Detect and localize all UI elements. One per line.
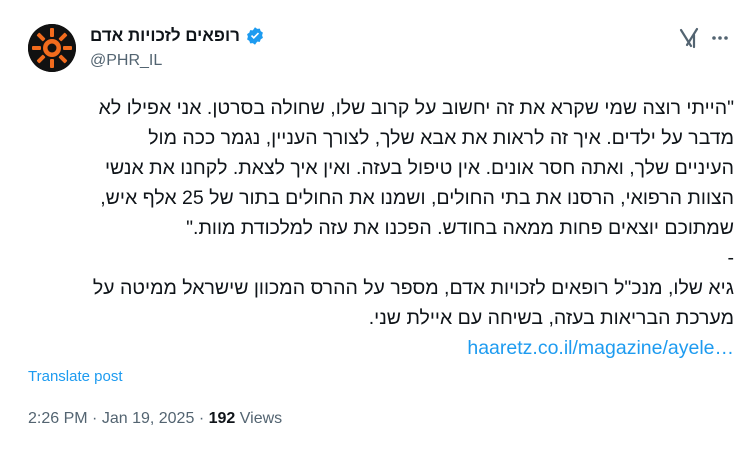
tweet-line: הצוות הרפואי, הרסנו את בתי החולים, ושמנו… bbox=[100, 187, 734, 209]
views-count[interactable]: 192 bbox=[209, 410, 236, 427]
post-date[interactable]: Jan 19, 2025 bbox=[102, 410, 195, 427]
tweet-meta: 2:26 PM · Jan 19, 2025 · 192 Views bbox=[28, 410, 282, 428]
more-dots-icon[interactable] bbox=[710, 28, 730, 48]
tweet-text: "הייתי רוצה שמי שקרא את זה יחשוב על קרוב… bbox=[24, 93, 734, 363]
tweet-line: שמתוכם יוצאים פחות ממאה בחודש. הפכנו את … bbox=[186, 217, 734, 239]
sun-gear-logo-icon bbox=[28, 24, 76, 72]
translate-post-button[interactable]: Translate post bbox=[28, 368, 123, 385]
tweet-line: מדבר על ילדים. איך זה לראות את אבא שלך, … bbox=[148, 127, 734, 149]
author-name-row[interactable]: רופאים לזכויות אדם bbox=[90, 26, 265, 46]
views-label[interactable]: Views bbox=[240, 410, 282, 427]
avatar[interactable] bbox=[28, 24, 76, 72]
meta-separator: · bbox=[92, 410, 98, 427]
tweet-line: גיא שלו, מנכ"ל רופאים לזכויות אדם, מספר … bbox=[92, 277, 734, 299]
tweet-line: "הייתי רוצה שמי שקרא את זה יחשוב על קרוב… bbox=[98, 97, 734, 119]
article-link[interactable]: haaretz.co.il/magazine/ayele… bbox=[467, 337, 734, 359]
grok-icon[interactable] bbox=[677, 26, 701, 50]
display-name[interactable]: רופאים לזכויות אדם bbox=[90, 26, 240, 46]
author-handle[interactable]: @PHR_IL bbox=[90, 52, 162, 70]
post-time[interactable]: 2:26 PM bbox=[28, 410, 88, 427]
meta-separator: · bbox=[198, 410, 205, 427]
tweet-line: - bbox=[727, 247, 735, 269]
tweet-card: רופאים לזכויות אדם @PHR_IL "הייתי רוצה ש… bbox=[0, 0, 752, 452]
tweet-line: העיניים שלך, ואתה חסר אונים. אין טיפול ב… bbox=[104, 157, 734, 179]
tweet-line: מערכת הבריאות בעזה, בשיחה עם איילת שני. bbox=[368, 307, 734, 329]
verified-badge-icon bbox=[245, 26, 265, 46]
